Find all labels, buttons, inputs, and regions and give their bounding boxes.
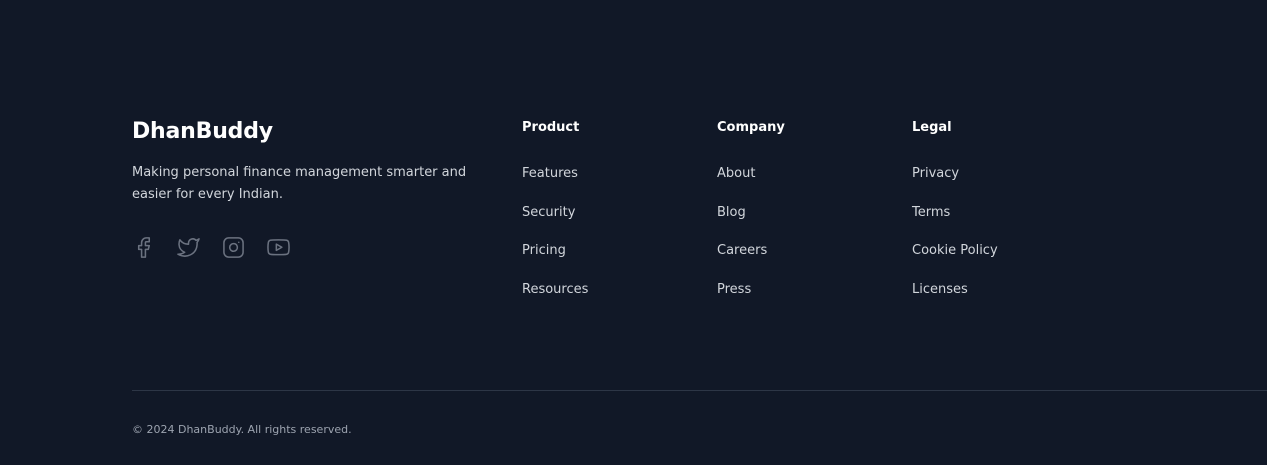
footer-link-resources[interactable]: Resources — [522, 282, 588, 297]
footer-link-blog[interactable]: Blog — [717, 205, 746, 220]
youtube-icon — [267, 239, 290, 256]
facebook-link[interactable] — [132, 236, 155, 259]
brand-block: DhanBuddy Making personal finance manage… — [132, 116, 502, 206]
footer-link-cookie-policy[interactable]: Cookie Policy — [912, 243, 998, 258]
footer-divider — [132, 390, 1267, 391]
twitter-link[interactable] — [177, 236, 200, 259]
footer-column-legal: Legal Privacy Terms Cookie Policy Licens… — [912, 119, 998, 317]
footer-link-licenses[interactable]: Licenses — [912, 282, 968, 297]
column-title: Product — [522, 120, 580, 135]
facebook-icon — [137, 237, 151, 258]
footer-link-privacy[interactable]: Privacy — [912, 166, 959, 181]
copyright-text: © 2024 DhanBuddy. All rights reserved. — [132, 423, 352, 436]
column-title: Legal — [912, 120, 952, 135]
column-title: Company — [717, 120, 785, 135]
footer-link-careers[interactable]: Careers — [717, 243, 767, 258]
instagram-icon — [223, 237, 244, 258]
footer-link-press[interactable]: Press — [717, 282, 751, 297]
footer-column-product: Product Features Security Pricing Resour… — [522, 119, 588, 317]
brand-name: DhanBuddy — [132, 119, 273, 144]
twitter-icon — [177, 238, 200, 257]
site-footer: DhanBuddy Making personal finance manage… — [0, 0, 1267, 465]
footer-link-terms[interactable]: Terms — [912, 205, 950, 220]
social-links — [132, 236, 290, 259]
footer-link-about[interactable]: About — [717, 166, 755, 181]
youtube-link[interactable] — [267, 236, 290, 259]
brand-tagline: Making personal finance management smart… — [132, 165, 467, 202]
footer-link-features[interactable]: Features — [522, 166, 578, 181]
instagram-link[interactable] — [222, 236, 245, 259]
footer-link-pricing[interactable]: Pricing — [522, 243, 566, 258]
footer-column-company: Company About Blog Careers Press — [717, 119, 785, 317]
footer-link-security[interactable]: Security — [522, 205, 575, 220]
